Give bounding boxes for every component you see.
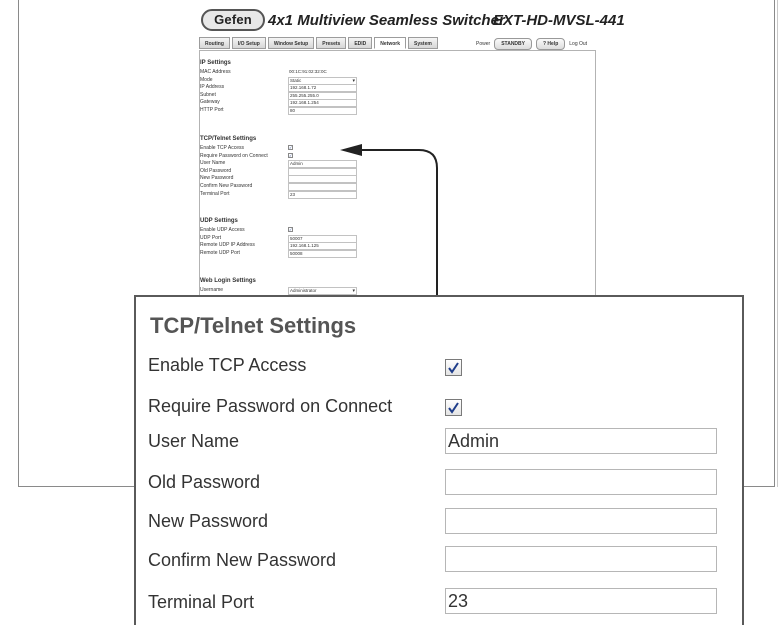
new-password-input[interactable]: [445, 508, 717, 534]
callout-section-title: TCP/Telnet Settings: [150, 313, 357, 338]
confirm-password-label: Confirm New Password: [148, 550, 337, 570]
old-password-label: Old Password: [148, 472, 261, 492]
new-password-label: New Password: [148, 511, 269, 531]
enable-tcp-checkbox[interactable]: [445, 359, 462, 376]
confirm-password-input[interactable]: [445, 546, 717, 572]
terminal-port-label: Terminal Port: [148, 592, 255, 612]
enable-tcp-label: Enable TCP Access: [148, 355, 307, 375]
checkmark-icon: [448, 402, 459, 414]
require-password-checkbox[interactable]: [445, 399, 462, 416]
checkmark-icon: [448, 362, 459, 374]
require-password-label: Require Password on Connect: [148, 396, 393, 416]
zoomed-callout: [134, 295, 744, 625]
old-password-input[interactable]: [445, 469, 717, 495]
terminal-port-input[interactable]: 23: [445, 588, 717, 614]
user-name-input[interactable]: Admin: [445, 428, 717, 454]
user-name-label: User Name: [148, 431, 240, 451]
